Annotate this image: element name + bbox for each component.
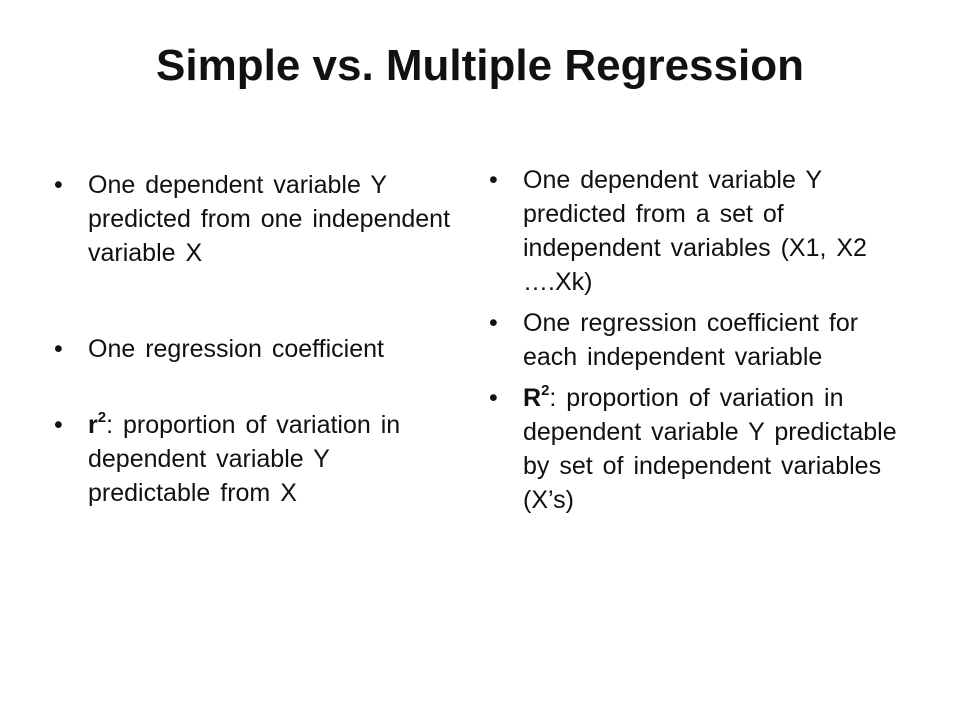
bullet-text: One dependent variable Y predicted from … xyxy=(88,171,451,267)
superscript: 2 xyxy=(97,408,107,426)
list-item: • One regression coefficient for each in… xyxy=(485,306,915,374)
bullet-text: One regression coefficient xyxy=(88,335,384,363)
bullet-icon: • xyxy=(489,309,498,337)
bullet-icon: • xyxy=(54,171,63,199)
slide: Simple vs. Multiple Regression • One dep… xyxy=(0,0,960,720)
bullet-text: : proportion of variation in dependent v… xyxy=(88,411,401,507)
simple-regression-list: • One dependent variable Y predicted fro… xyxy=(50,168,460,560)
bullet-icon: • xyxy=(54,335,63,363)
list-item: • One dependent variable Y predicted fro… xyxy=(50,168,460,270)
list-item: • r2: proportion of variation in depende… xyxy=(50,408,460,510)
bullet-icon: • xyxy=(489,166,498,194)
bullet-text: One dependent variable Y predicted from … xyxy=(523,166,867,296)
list-item: • One dependent variable Y predicted fro… xyxy=(485,163,915,299)
multiple-regression-list: • One dependent variable Y predicted fro… xyxy=(485,163,915,524)
bullet-text: One regression coefficient for each inde… xyxy=(523,309,859,371)
superscript: 2 xyxy=(541,381,550,399)
list-item: • One regression coefficient xyxy=(50,332,460,366)
bullet-text: : proportion of variation in dependent v… xyxy=(523,384,897,514)
r-symbol: r xyxy=(88,411,98,439)
r-symbol: R xyxy=(523,384,542,412)
bullet-icon: • xyxy=(54,411,63,439)
list-item: • R2: proportion of variation in depende… xyxy=(485,381,915,517)
bullet-icon: • xyxy=(489,384,498,412)
slide-title: Simple vs. Multiple Regression xyxy=(156,41,804,90)
